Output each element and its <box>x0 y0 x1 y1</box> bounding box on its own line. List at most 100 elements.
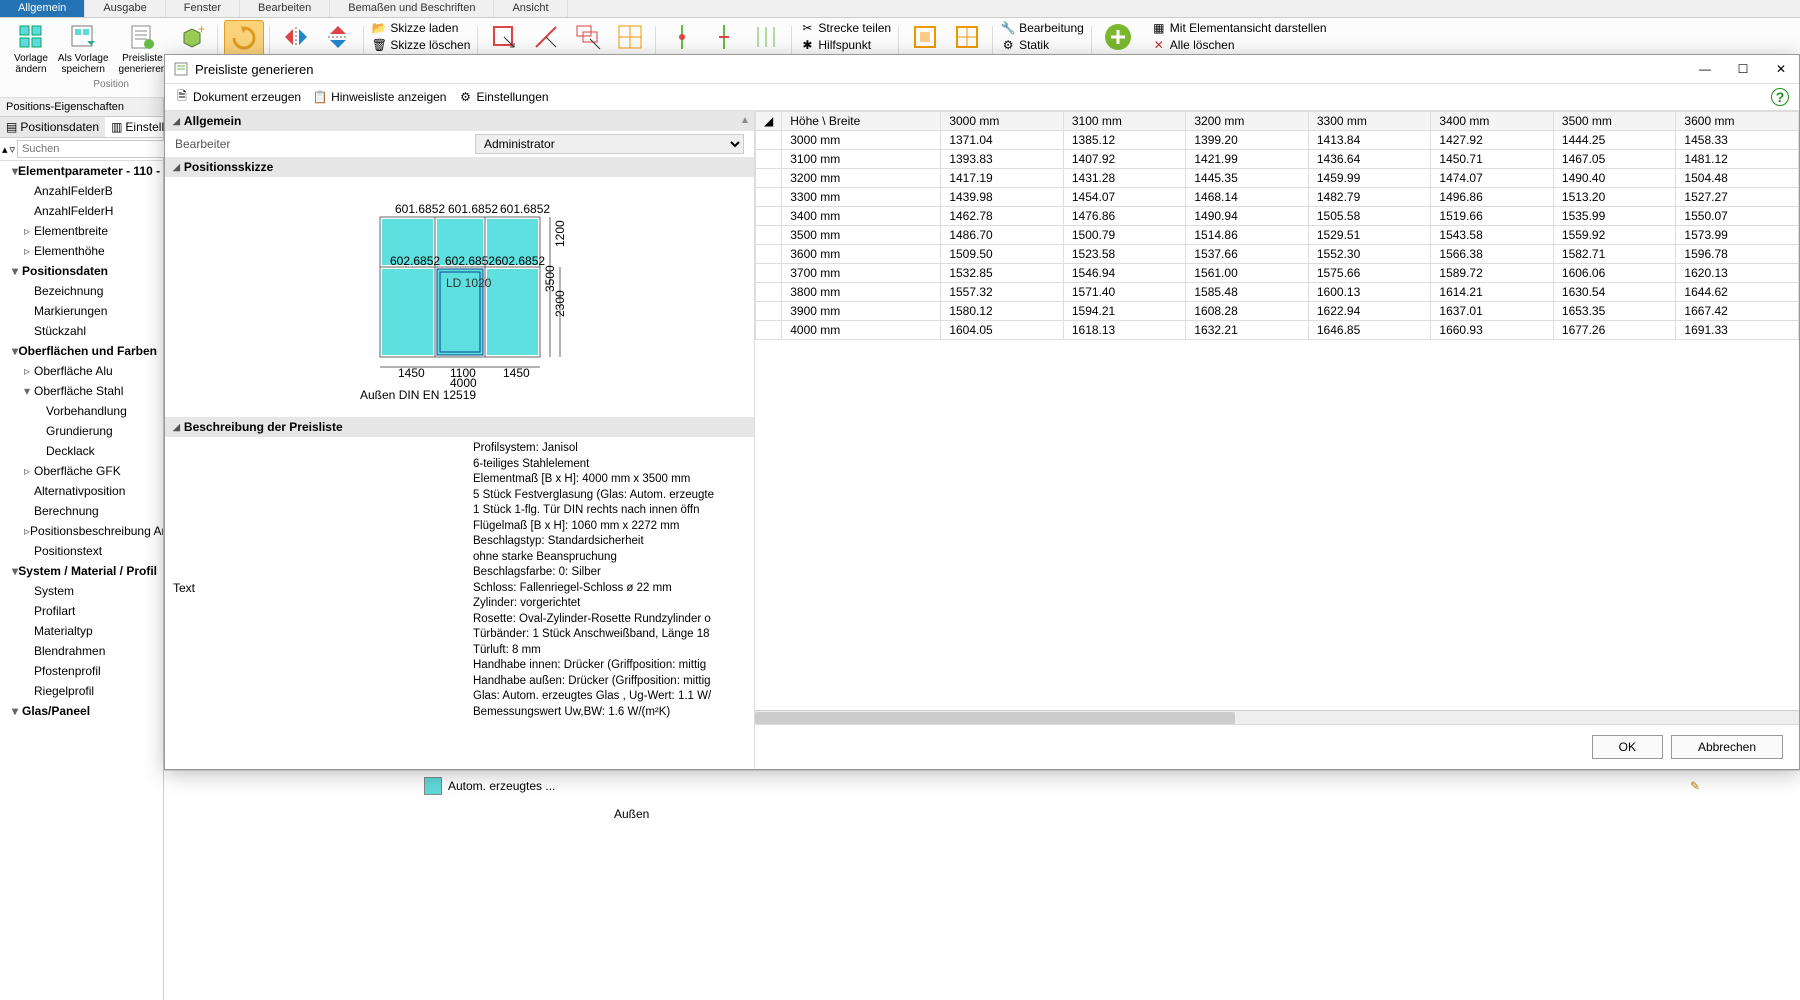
price-cell[interactable]: 1608.28 <box>1186 302 1309 321</box>
col-header[interactable]: 3000 mm <box>941 112 1064 131</box>
price-cell[interactable]: 1566.38 <box>1431 245 1554 264</box>
tree-item[interactable]: ▾Positionsdaten <box>0 261 163 281</box>
price-cell[interactable]: 1513.20 <box>1553 188 1676 207</box>
price-cell[interactable]: 1482.79 <box>1308 188 1431 207</box>
price-cell[interactable]: 1630.54 <box>1553 283 1676 302</box>
tree-item[interactable]: Pfostenprofil <box>0 661 163 681</box>
add-button[interactable] <box>1098 20 1138 54</box>
price-cell[interactable]: 1371.04 <box>941 131 1064 150</box>
tree-item[interactable]: Blendrahmen <box>0 641 163 661</box>
row-selector[interactable] <box>756 150 782 169</box>
price-cell[interactable]: 1604.05 <box>941 321 1064 340</box>
price-cell[interactable]: 1509.50 <box>941 245 1064 264</box>
row-selector[interactable] <box>756 226 782 245</box>
price-cell[interactable]: 1589.72 <box>1431 264 1554 283</box>
price-cell[interactable]: 1620.13 <box>1676 264 1799 283</box>
price-cell[interactable]: 1667.42 <box>1676 302 1799 321</box>
select2-button[interactable] <box>526 20 566 54</box>
price-cell[interactable]: 1417.19 <box>941 169 1064 188</box>
row-header[interactable]: 3700 mm <box>782 264 941 283</box>
tree-item[interactable]: ▾Oberflächen und Farben <box>0 341 163 361</box>
tree-item[interactable]: ▹Elementbreite <box>0 221 163 241</box>
price-cell[interactable]: 1450.71 <box>1431 150 1554 169</box>
row-header[interactable]: 3100 mm <box>782 150 941 169</box>
scroll-up-icon[interactable]: ▲ <box>740 115 752 126</box>
price-grid[interactable]: ◢Höhe \ Breite3000 mm3100 mm3200 mm3300 … <box>755 111 1799 710</box>
price-cell[interactable]: 1439.98 <box>941 188 1064 207</box>
price-cell[interactable]: 1459.99 <box>1308 169 1431 188</box>
tree-item[interactable]: ▹Elementhöhe <box>0 241 163 261</box>
preisliste-generieren-button[interactable]: Preisliste generieren <box>115 20 171 77</box>
price-cell[interactable]: 1535.99 <box>1553 207 1676 226</box>
strecke-teilen-button[interactable]: ✂Strecke teilen <box>798 20 893 36</box>
price-cell[interactable]: 1476.86 <box>1063 207 1186 226</box>
tree-item[interactable]: Vorbehandlung <box>0 401 163 421</box>
dokument-erzeugen-button[interactable]: 🗎Dokument erzeugen <box>175 90 301 104</box>
tree-item[interactable]: ▾Glas/Paneel <box>0 701 163 721</box>
price-cell[interactable]: 1571.40 <box>1063 283 1186 302</box>
dim2-button[interactable] <box>704 20 744 54</box>
tree-item[interactable]: ▾System / Material / Profil <box>0 561 163 581</box>
price-cell[interactable]: 1618.13 <box>1063 321 1186 340</box>
price-cell[interactable]: 1445.35 <box>1186 169 1309 188</box>
dim3-button[interactable] <box>746 20 786 54</box>
price-cell[interactable]: 1462.78 <box>941 207 1064 226</box>
mirror-v-button[interactable] <box>318 20 358 54</box>
price-cell[interactable]: 1546.94 <box>1063 264 1186 283</box>
price-cell[interactable]: 1543.58 <box>1431 226 1554 245</box>
h-scrollbar[interactable] <box>755 710 1799 724</box>
tree-item[interactable]: Berechnung <box>0 501 163 521</box>
price-cell[interactable]: 1614.21 <box>1431 283 1554 302</box>
tab-ansicht[interactable]: Ansicht <box>494 0 567 17</box>
price-cell[interactable]: 1467.05 <box>1553 150 1676 169</box>
price-cell[interactable]: 1606.06 <box>1553 264 1676 283</box>
price-cell[interactable]: 1421.99 <box>1186 150 1309 169</box>
price-cell[interactable]: 1594.21 <box>1063 302 1186 321</box>
price-cell[interactable]: 1393.83 <box>941 150 1064 169</box>
price-cell[interactable]: 1490.94 <box>1186 207 1309 226</box>
price-cell[interactable]: 1527.27 <box>1676 188 1799 207</box>
row-selector[interactable] <box>756 207 782 226</box>
col-header[interactable]: 3500 mm <box>1553 112 1676 131</box>
tree-item[interactable]: Bezeichnung <box>0 281 163 301</box>
select3-button[interactable] <box>568 20 608 54</box>
frame1-button[interactable] <box>905 20 945 54</box>
row-header[interactable]: 3000 mm <box>782 131 941 150</box>
help-button[interactable]: ? <box>1771 88 1789 106</box>
col-header[interactable]: 3300 mm <box>1308 112 1431 131</box>
price-cell[interactable]: 1431.28 <box>1063 169 1186 188</box>
tree-item[interactable]: Riegelprofil <box>0 681 163 701</box>
tree-item[interactable]: ▾Oberfläche Stahl <box>0 381 163 401</box>
hilfspunkt-button[interactable]: ✱Hilfspunkt <box>798 37 893 53</box>
frame2-button[interactable] <box>947 20 987 54</box>
mirror-h-button[interactable] <box>276 20 316 54</box>
cancel-button[interactable]: Abbrechen <box>1671 735 1783 759</box>
bearbeiter-select[interactable]: Administrator <box>475 134 744 154</box>
tree-item[interactable]: ▹Positionsbeschreibung Ang <box>0 521 163 541</box>
einstellungen-button[interactable]: ⚙Einstellungen <box>458 90 548 104</box>
filter-icon[interactable]: ▿ <box>10 141 16 157</box>
row-header[interactable]: 4000 mm <box>782 321 941 340</box>
price-cell[interactable]: 1575.66 <box>1308 264 1431 283</box>
price-cell[interactable]: 1474.07 <box>1431 169 1554 188</box>
price-cell[interactable]: 1552.30 <box>1308 245 1431 264</box>
price-cell[interactable]: 1385.12 <box>1063 131 1186 150</box>
vorlage-aendern-button[interactable]: Vorlage ändern <box>10 20 52 77</box>
price-cell[interactable]: 1504.48 <box>1676 169 1799 188</box>
tree-item[interactable]: ▹Oberfläche Alu <box>0 361 163 381</box>
row-selector[interactable] <box>756 131 782 150</box>
tree-item[interactable]: Profilart <box>0 601 163 621</box>
tab-bearbeiten[interactable]: Bearbeiten <box>240 0 330 17</box>
row-header[interactable]: 3900 mm <box>782 302 941 321</box>
price-cell[interactable]: 1407.92 <box>1063 150 1186 169</box>
row-selector[interactable] <box>756 283 782 302</box>
tab-fenster[interactable]: Fenster <box>166 0 240 17</box>
grid-button[interactable] <box>610 20 650 54</box>
row-header[interactable]: 3300 mm <box>782 188 941 207</box>
select1-button[interactable] <box>484 20 524 54</box>
row-header[interactable]: 3500 mm <box>782 226 941 245</box>
tree-item[interactable]: AnzahlFelderB <box>0 181 163 201</box>
section-allgemein[interactable]: ◢Allgemein <box>165 111 754 131</box>
tree-item[interactable]: Decklack <box>0 441 163 461</box>
price-cell[interactable]: 1523.58 <box>1063 245 1186 264</box>
